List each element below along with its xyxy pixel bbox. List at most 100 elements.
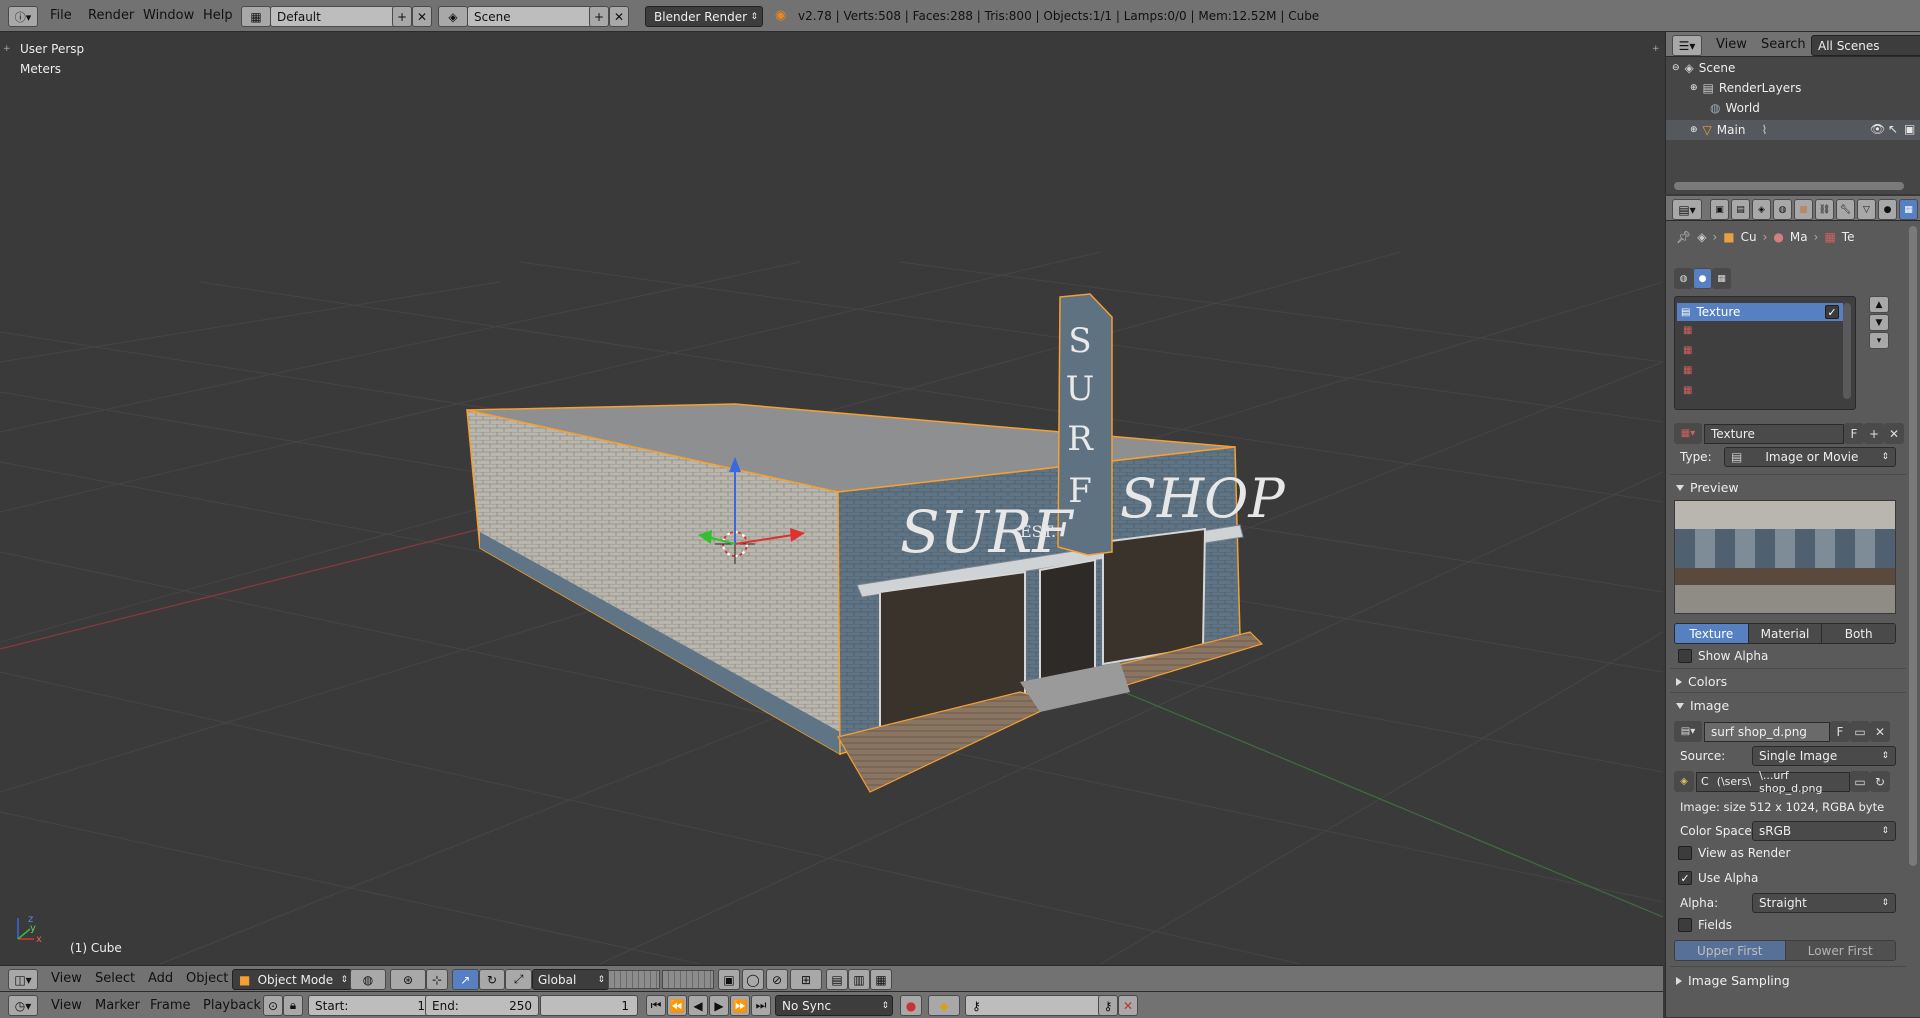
menu-search[interactable]: Search (1761, 37, 1806, 52)
texture-type-dropdown[interactable]: ▤ Image or Movie ⇕ (1724, 447, 1896, 467)
sync-mode-dropdown[interactable]: No Sync ⇕ (775, 995, 893, 1016)
render-animation-button[interactable]: ▥ (848, 969, 870, 990)
outliner-item-scene[interactable]: ⊖ ◈ Scene (1672, 61, 1735, 75)
use-alpha-checkbox[interactable]: ✓ (1678, 871, 1692, 885)
image-panel-header[interactable]: Image (1676, 698, 1729, 713)
image-filepath-field[interactable]: C (\sers\ \...urf shop_d.png (1696, 769, 1850, 795)
new-texture-button[interactable]: + (1864, 423, 1884, 444)
texture-slot-active[interactable]: ▤ Texture ✓ (1677, 303, 1843, 321)
outliner-item-main[interactable]: ⊕ ▽ Main ⌇ 👁︎ ↖ ▣ (1666, 120, 1920, 140)
alpha-mode-dropdown[interactable]: Straight ⇕ (1752, 893, 1896, 913)
proportional-edit-button[interactable]: ◯ (742, 969, 764, 990)
colors-panel-header[interactable]: Colors (1676, 674, 1727, 689)
tab-texture[interactable]: ▦ (1899, 199, 1918, 220)
jump-end-button[interactable]: ⏭ (751, 995, 771, 1016)
colorspace-dropdown[interactable]: sRGB ⇕ (1752, 821, 1896, 841)
snap-toggle-button[interactable]: ⊘ (766, 969, 788, 990)
editor-type-outliner-button[interactable]: ☰▾ (1672, 35, 1702, 56)
tab-constraints[interactable]: ⛓︎ (1815, 199, 1834, 220)
screenshot-button[interactable]: ▦ (870, 969, 892, 990)
menu-render[interactable]: Render (88, 8, 134, 23)
scene-selector-button[interactable]: ◈ (438, 6, 468, 27)
unlink-image-button[interactable]: ✕ (1870, 721, 1890, 742)
fields-option[interactable]: Fields (1678, 918, 1732, 932)
play-reverse-button[interactable]: ◀ (688, 995, 708, 1016)
editor-type-timeline-button[interactable]: ◷▾ (8, 995, 38, 1016)
tab-object[interactable]: ■ (1794, 199, 1813, 220)
texture-slot-empty-icon[interactable]: ▦ (1683, 345, 1692, 356)
tab-world[interactable]: ◍ (1773, 199, 1792, 220)
delete-keyframe-button[interactable]: ✕ (1118, 995, 1138, 1016)
breadcrumb-texture[interactable]: Te (1842, 230, 1855, 244)
image-source-dropdown[interactable]: Single Image ⇕ (1752, 746, 1896, 766)
menu-view[interactable]: View (1716, 37, 1747, 52)
menu-playback[interactable]: Playback (203, 998, 261, 1013)
menu-view[interactable]: View (51, 971, 82, 986)
keying-set-button[interactable]: ◆ (928, 995, 960, 1016)
opengl-render-button[interactable]: ▤ (826, 969, 848, 990)
3d-manipulator-button[interactable]: ⊹ (426, 969, 448, 990)
move-slot-down-button[interactable]: ▼ (1869, 314, 1889, 331)
add-layout-button[interactable]: + (392, 6, 412, 27)
menu-view[interactable]: View (51, 998, 82, 1013)
delete-scene-button[interactable]: ✕ (609, 6, 629, 27)
pin-icon[interactable]: 📌︎ (1676, 230, 1691, 244)
open-image-button[interactable]: ▭ (1850, 721, 1870, 742)
layers-grid-2[interactable] (662, 970, 714, 989)
tab-render-layers[interactable]: ▤ (1731, 199, 1750, 220)
scale-mode-button[interactable]: ⤢ (505, 969, 533, 990)
add-scene-button[interactable]: + (589, 6, 609, 27)
render-engine-dropdown[interactable]: Blender Render ⇕ (645, 6, 763, 27)
texture-slot-empty-icon[interactable]: ▦ (1683, 385, 1692, 396)
editor-type-info-button[interactable]: ⓘ▾ (8, 6, 38, 27)
plus-icon[interactable]: + (1652, 44, 1660, 54)
other-texture-button[interactable]: ▦ (1712, 268, 1731, 289)
plus-icon[interactable]: + (3, 44, 11, 54)
start-frame-field[interactable]: Start: 1 (308, 995, 432, 1016)
use-alpha-option[interactable]: ✓ Use Alpha (1678, 871, 1758, 885)
transform-orientation-dropdown[interactable]: Global ⇕ (532, 969, 609, 990)
rotate-mode-button[interactable]: ↻ (478, 969, 506, 990)
tab-scene[interactable]: ◈ (1752, 199, 1771, 220)
move-slot-up-button[interactable]: ▲ (1869, 296, 1889, 313)
lock-layers-button[interactable]: ▣ (718, 969, 740, 990)
preview-tab-material[interactable]: Material (1748, 624, 1823, 643)
tab-material[interactable]: ● (1878, 199, 1897, 220)
image-sampling-panel-header[interactable]: Image Sampling (1676, 973, 1790, 988)
menu-marker[interactable]: Marker (95, 998, 140, 1013)
insert-keyframe-button[interactable]: ⚷ (1098, 995, 1118, 1016)
texture-slot-empty-icon[interactable]: ▦ (1683, 365, 1692, 376)
prev-keyframe-button[interactable]: ⏪ (667, 995, 687, 1016)
menu-select[interactable]: Select (95, 971, 135, 986)
reload-image-button[interactable]: ↻ (1870, 771, 1890, 792)
unlink-texture-button[interactable]: ✕ (1884, 423, 1904, 444)
surf-shop-model[interactable]: S U R F SURF EST. SHOP (466, 293, 1286, 793)
tab-data[interactable]: ▽ (1857, 199, 1876, 220)
show-alpha-option[interactable]: Show Alpha (1678, 649, 1768, 663)
pivot-point-button[interactable]: ⊛ (390, 969, 426, 990)
preview-tab-both[interactable]: Both (1822, 624, 1895, 643)
slot-specials-button[interactable]: ▾ (1869, 332, 1889, 349)
preview-tab-texture[interactable]: Texture (1675, 624, 1749, 643)
browse-image-button[interactable]: ▤▾ (1674, 721, 1702, 742)
delete-layout-button[interactable]: ✕ (412, 6, 432, 27)
mode-dropdown[interactable]: ■ Object Mode ⇕ (232, 969, 352, 990)
fields-checkbox[interactable] (1678, 918, 1692, 932)
menu-window[interactable]: Window (143, 8, 194, 23)
list-scrollbar[interactable] (1843, 303, 1851, 399)
snap-element-button[interactable]: ⊞ (790, 969, 822, 990)
preview-panel-header[interactable]: Preview (1676, 480, 1739, 495)
breadcrumb-material[interactable]: Ma (1790, 230, 1808, 244)
pack-image-button[interactable]: ◈ (1674, 771, 1694, 792)
texture-slot-empty-icon[interactable]: ▦ (1683, 325, 1692, 336)
breadcrumb-object[interactable]: Cu (1741, 230, 1757, 244)
viewport-canvas[interactable]: S U R F SURF EST. SHOP z x y (0, 32, 1663, 964)
texture-name-field[interactable]: Texture (1704, 423, 1844, 444)
outliner-item-renderlayers[interactable]: ⊕ ▤ RenderLayers (1690, 81, 1801, 95)
view-as-render-option[interactable]: View as Render (1678, 846, 1790, 860)
menu-help[interactable]: Help (203, 8, 233, 23)
outliner-scrollbar[interactable] (1674, 182, 1904, 190)
world-texture-button[interactable]: ◍ (1674, 268, 1693, 289)
field-order-upper[interactable]: Upper First (1675, 941, 1786, 960)
end-frame-field[interactable]: End: 250 (425, 995, 539, 1016)
